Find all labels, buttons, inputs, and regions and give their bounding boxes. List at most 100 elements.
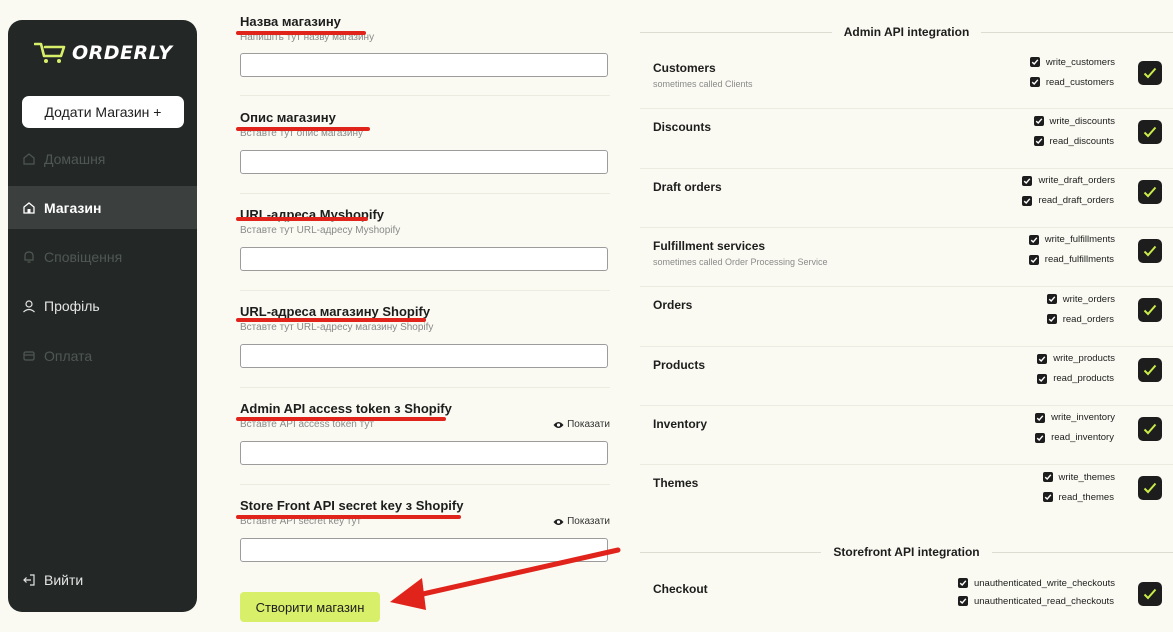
logo[interactable]: ORDERLY bbox=[34, 42, 173, 64]
sidebar: ORDERLY Додати Магазин + Домашня Магазин… bbox=[8, 20, 197, 612]
scope-label: read_draft_orders bbox=[1038, 195, 1114, 207]
scope-label: unauthenticated_read_checkouts bbox=[973, 595, 1114, 607]
sidebar-item-home[interactable]: Домашня bbox=[8, 137, 197, 180]
row-divider bbox=[640, 226, 1173, 228]
sidebar-item-profile[interactable]: Профіль bbox=[8, 284, 197, 327]
field-hint: Вставте тут URL-адресу магазину Shopify bbox=[240, 322, 434, 333]
sidebar-item-label: Домашня bbox=[44, 150, 106, 167]
scope-list: unauthenticated_write_checkouts unauthent… bbox=[957, 576, 1115, 608]
enable-toggle[interactable] bbox=[1138, 476, 1162, 501]
permission-name: Draft orders bbox=[653, 179, 722, 194]
scope-list: write_customers read_customers bbox=[1029, 55, 1115, 89]
scope-checkbox[interactable]: read_fulfillments bbox=[1028, 253, 1114, 267]
annotation-underline bbox=[236, 127, 370, 131]
add-store-button[interactable]: Додати Магазин + bbox=[22, 96, 184, 128]
logo-text: ORDERLY bbox=[72, 42, 173, 64]
scope-checkbox[interactable]: write_products bbox=[1037, 352, 1115, 366]
permission-row: Themes write_themes read_themes bbox=[640, 467, 1173, 526]
permission-row: Inventory write_inventory read_inventory bbox=[640, 408, 1173, 467]
scope-list: write_fulfillments read_fulfillments bbox=[1028, 233, 1115, 267]
enable-toggle[interactable] bbox=[1138, 357, 1162, 382]
checkbox-checked-icon bbox=[957, 596, 968, 606]
scope-checkbox[interactable]: read_themes bbox=[1042, 490, 1114, 504]
annotation-underline bbox=[236, 515, 461, 519]
scope-label: write_fulfillments bbox=[1044, 234, 1115, 246]
check-icon bbox=[1143, 482, 1157, 494]
scope-checkbox[interactable]: read_products bbox=[1037, 372, 1114, 386]
checkbox-checked-icon bbox=[957, 578, 968, 588]
section-title: Storefront API integration bbox=[833, 545, 980, 559]
logout-icon bbox=[23, 573, 35, 586]
scope-checkbox[interactable]: write_discounts bbox=[1033, 114, 1115, 128]
shopify-store-url-input[interactable] bbox=[240, 344, 608, 368]
checkbox-checked-icon bbox=[1029, 77, 1040, 87]
enable-toggle[interactable] bbox=[1138, 120, 1162, 145]
store-icon bbox=[23, 201, 35, 214]
permission-row: Products write_products read_products bbox=[640, 349, 1173, 408]
scope-list: write_discounts read_discounts bbox=[1033, 114, 1115, 148]
admin-token-input[interactable] bbox=[240, 441, 608, 465]
scope-checkbox[interactable]: write_customers bbox=[1029, 55, 1115, 69]
create-store-button[interactable]: Створити магазин bbox=[240, 592, 380, 622]
enable-toggle[interactable] bbox=[1138, 238, 1162, 263]
card-icon bbox=[23, 350, 35, 361]
scope-checkbox[interactable]: write_fulfillments bbox=[1028, 233, 1115, 247]
enable-toggle[interactable] bbox=[1138, 298, 1162, 323]
logout-button[interactable]: Вийти bbox=[8, 558, 197, 601]
divider bbox=[240, 484, 610, 485]
scope-checkbox[interactable]: read_orders bbox=[1046, 312, 1114, 326]
checkbox-checked-icon bbox=[1022, 195, 1033, 206]
checkbox-checked-icon bbox=[1035, 412, 1046, 423]
checkbox-checked-icon bbox=[1028, 234, 1039, 245]
scope-checkbox[interactable]: write_draft_orders bbox=[1022, 174, 1115, 188]
scope-checkbox[interactable]: unauthenticated_read_checkouts bbox=[957, 594, 1114, 608]
checkbox-checked-icon bbox=[1046, 294, 1057, 305]
bell-icon bbox=[24, 250, 34, 263]
store-description-input[interactable] bbox=[240, 150, 608, 174]
enable-toggle[interactable] bbox=[1138, 179, 1162, 204]
show-secret-toggle[interactable]: Показати bbox=[553, 516, 610, 527]
scope-checkbox[interactable]: unauthenticated_write_checkouts bbox=[957, 576, 1115, 590]
scope-label: write_orders bbox=[1062, 293, 1115, 305]
enable-toggle[interactable] bbox=[1138, 416, 1162, 441]
scope-checkbox[interactable]: read_discounts bbox=[1033, 134, 1114, 148]
checkbox-checked-icon bbox=[1035, 432, 1046, 443]
permission-name: Checkout bbox=[653, 582, 708, 596]
eye-icon bbox=[553, 421, 564, 428]
sidebar-item-label: Сповіщення bbox=[44, 248, 123, 265]
enable-toggle[interactable] bbox=[1138, 61, 1162, 85]
scope-label: write_draft_orders bbox=[1038, 175, 1115, 187]
annotation-underline bbox=[236, 217, 368, 221]
annotation-arrow bbox=[390, 547, 621, 610]
divider bbox=[240, 387, 610, 388]
scope-checkbox[interactable]: write_inventory bbox=[1035, 411, 1115, 425]
myshopify-url-input[interactable] bbox=[240, 247, 608, 271]
sidebar-item-label: Оплата bbox=[44, 347, 93, 364]
scope-checkbox[interactable]: write_themes bbox=[1042, 470, 1115, 484]
scope-label: read_orders bbox=[1062, 313, 1114, 325]
annotation-underline bbox=[236, 318, 426, 322]
scope-list: write_themes read_themes bbox=[1042, 470, 1115, 504]
row-divider bbox=[640, 464, 1173, 466]
divider bbox=[240, 95, 610, 96]
scope-checkbox[interactable]: write_orders bbox=[1046, 292, 1115, 306]
store-name-input[interactable] bbox=[240, 53, 608, 77]
checkbox-checked-icon bbox=[1042, 472, 1053, 483]
scope-checkbox[interactable]: read_customers bbox=[1029, 75, 1114, 89]
row-divider bbox=[640, 108, 1173, 110]
check-icon bbox=[1143, 588, 1157, 600]
show-token-toggle[interactable]: Показати bbox=[553, 419, 610, 430]
permission-row: Draft orders write_draft_orders read_draft… bbox=[640, 171, 1173, 230]
sidebar-item-payment[interactable]: Оплата bbox=[8, 334, 197, 377]
sidebar-item-store[interactable]: Магазин bbox=[8, 186, 197, 229]
enable-toggle[interactable] bbox=[1138, 582, 1162, 606]
permission-row: Orders write_orders read_orders bbox=[640, 289, 1173, 348]
scope-label: read_themes bbox=[1058, 491, 1114, 503]
scope-list: write_inventory read_inventory bbox=[1035, 411, 1115, 445]
scope-checkbox[interactable]: read_draft_orders bbox=[1022, 194, 1114, 208]
sidebar-item-notifications[interactable]: Сповіщення bbox=[8, 235, 197, 278]
checkbox-checked-icon bbox=[1028, 254, 1039, 265]
field-title: Admin API access token з Shopify bbox=[240, 401, 452, 416]
scope-checkbox[interactable]: read_inventory bbox=[1035, 431, 1114, 445]
checkbox-checked-icon bbox=[1029, 57, 1040, 67]
